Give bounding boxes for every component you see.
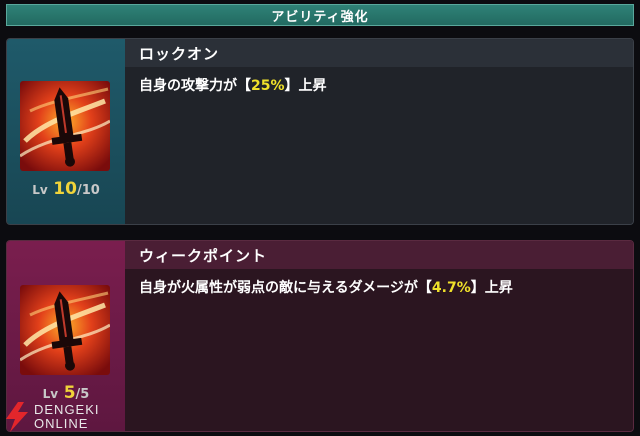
ability-card-lockon[interactable]: Lv 10/10 ロックオン 自身の攻撃力が【25%】上昇	[6, 38, 634, 225]
ability-name: ロックオン	[139, 44, 220, 63]
dengeki-online-watermark: DENGEKI ONLINE	[4, 402, 100, 432]
dengeki-logo-icon	[6, 402, 28, 432]
ability-content: ウィークポイント 自身が火属性が弱点の敵に与えるダメージが【4.7%】上昇	[125, 241, 633, 431]
ability-description: 自身の攻撃力が【25%】上昇	[139, 78, 327, 94]
level-max: 10	[81, 183, 100, 198]
watermark-line1: DENGEKI	[34, 402, 100, 417]
ability-icon-panel: Lv 10/10	[7, 39, 125, 224]
watermark-line2: ONLINE	[34, 416, 89, 431]
sword-skill-icon	[20, 285, 110, 375]
ability-content: ロックオン 自身の攻撃力が【25%】上昇	[125, 39, 633, 224]
ability-name-bar: ウィークポイント	[125, 241, 633, 269]
ability-enhance-header: アビリティ強化	[6, 4, 634, 26]
level-current: 5	[63, 383, 76, 403]
level-max: 5	[80, 387, 90, 402]
ability-level: Lv 5/5	[42, 383, 90, 403]
ability-value: 4.7%	[431, 280, 471, 296]
sword-skill-icon	[20, 81, 110, 171]
level-current: 10	[53, 179, 77, 199]
header-title: アビリティ強化	[271, 9, 369, 25]
ability-card-weakpoint[interactable]: Lv 5/5 ウィークポイント 自身が火属性が弱点の敵に与えるダメージが【4.7…	[6, 240, 634, 432]
ability-value: 25%	[251, 78, 285, 94]
ability-description: 自身が火属性が弱点の敵に与えるダメージが【4.7%】上昇	[139, 280, 513, 296]
ability-name-bar: ロックオン	[125, 39, 633, 67]
ability-name: ウィークポイント	[139, 246, 268, 265]
ability-level: Lv 10/10	[32, 179, 100, 199]
